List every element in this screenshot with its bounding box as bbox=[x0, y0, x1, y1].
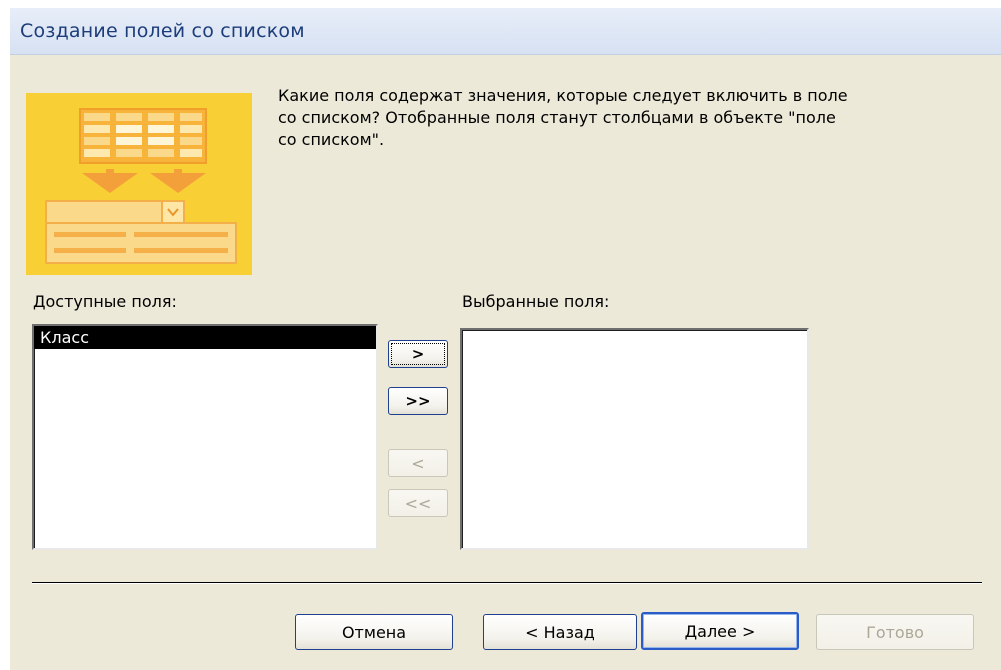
footer-divider bbox=[32, 582, 982, 584]
available-fields-list[interactable]: Класс bbox=[32, 324, 378, 550]
list-item[interactable]: Класс bbox=[34, 326, 376, 349]
selected-fields-label: Выбранные поля: bbox=[462, 292, 610, 311]
dialog-title: Создание полей со списком bbox=[20, 20, 305, 42]
instruction-text: Какие поля содержат значения, которые сл… bbox=[278, 86, 848, 149]
add-field-button[interactable]: > bbox=[388, 340, 448, 368]
back-button[interactable]: < Назад bbox=[483, 614, 637, 650]
remove-field-button[interactable]: < bbox=[388, 449, 448, 477]
combo-box-wizard-dialog: Создание полей со списком Какие поля сод… bbox=[10, 8, 1001, 670]
title-bar: Создание полей со списком bbox=[10, 8, 1001, 55]
finish-button[interactable]: Готово bbox=[816, 614, 974, 650]
add-all-fields-button[interactable]: >> bbox=[388, 387, 448, 415]
selected-fields-list[interactable] bbox=[460, 328, 809, 550]
combo-box-illustration-icon bbox=[26, 93, 252, 275]
remove-all-fields-button[interactable]: << bbox=[388, 489, 448, 517]
available-fields-label: Доступные поля: bbox=[33, 292, 177, 311]
cancel-button[interactable]: Отмена bbox=[295, 614, 453, 650]
next-button[interactable]: Далее > bbox=[641, 612, 799, 650]
wizard-illustration bbox=[26, 93, 252, 275]
